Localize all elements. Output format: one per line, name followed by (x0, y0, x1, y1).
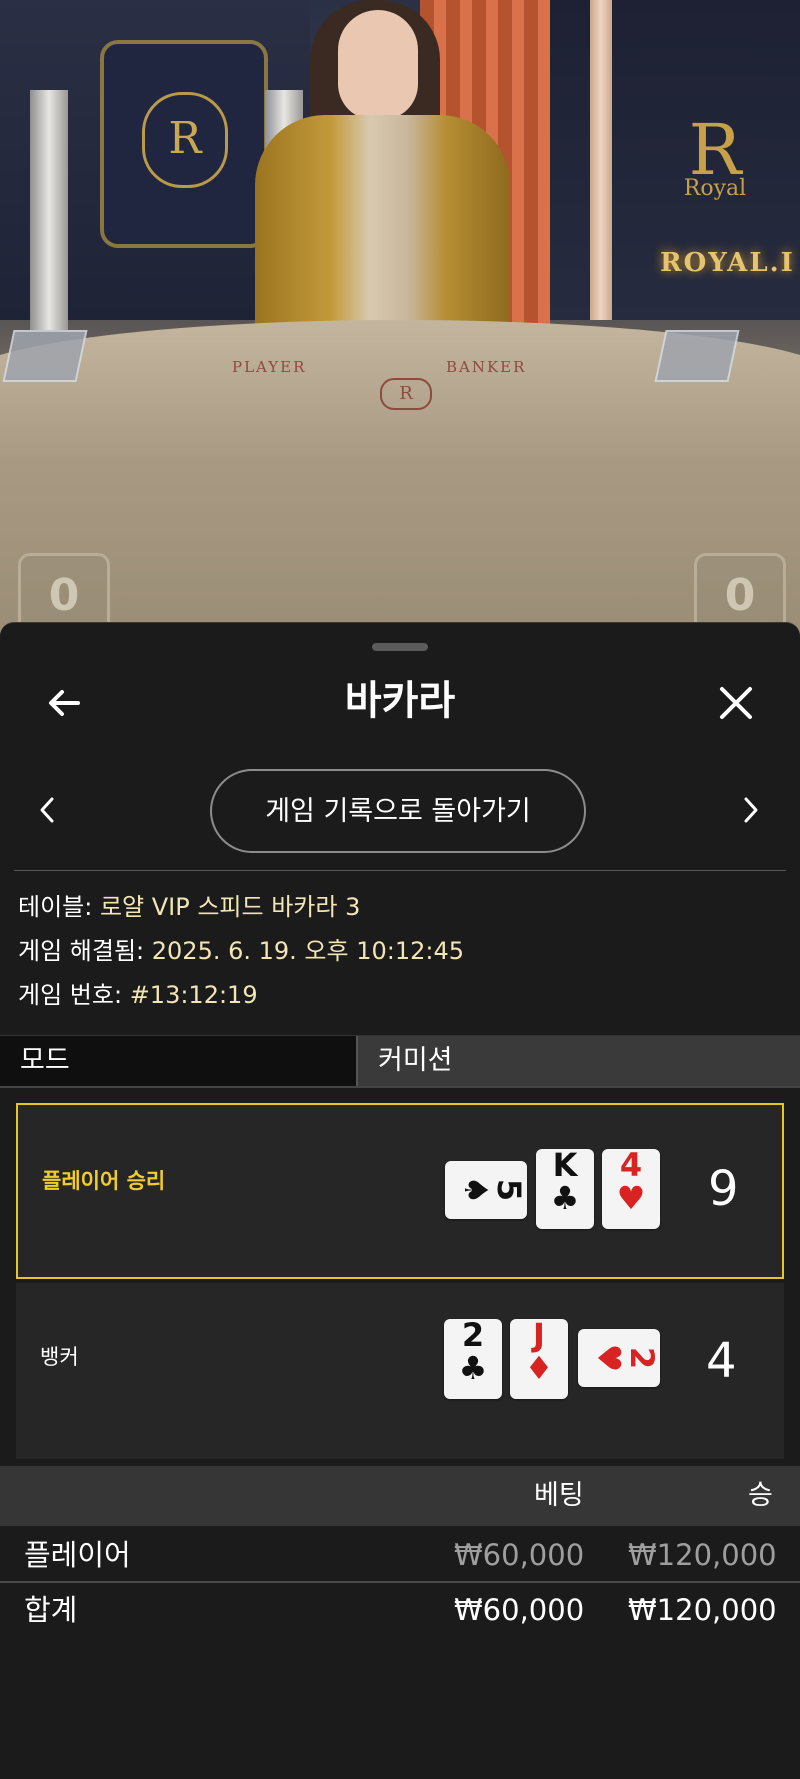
card-shoe (2, 330, 88, 382)
brand-sign: ROYAL.I (660, 248, 795, 278)
game-number-info: 게임 번호: #13:12:19 (18, 979, 258, 1011)
table-key: 테이블: (18, 893, 93, 921)
wall-stripe (590, 0, 612, 320)
total-win: ₩120,000 (628, 1593, 777, 1627)
banker-card-1: 2 ♣ (444, 1319, 502, 1399)
table-value: 로얄 VIP 스피드 바카라 3 (99, 893, 361, 921)
chevron-right-icon (744, 797, 758, 823)
game-number-key: 게임 번호: (18, 981, 123, 1009)
tab-commission[interactable]: 커미션 (358, 1036, 800, 1086)
resolved-key: 게임 해결됨: (18, 937, 145, 965)
win-column-header: 승 (748, 1480, 773, 1511)
resolved-info: 게임 해결됨: 2025. 6. 19. 오후 10:12:45 (18, 935, 464, 967)
discard-tray (654, 330, 740, 382)
banker-result-label: 뱅커 (40, 1345, 79, 1369)
card-suit: ♥ (590, 1343, 628, 1373)
card-rank: 2 (623, 1346, 661, 1370)
chevron-left-icon (40, 797, 54, 823)
pillar (30, 90, 68, 330)
card-rank: 2 (461, 1316, 485, 1354)
prev-game-button[interactable] (22, 785, 72, 835)
back-to-history-button[interactable]: 게임 기록으로 돌아가기 (210, 769, 586, 853)
crest-logo: R (142, 92, 228, 188)
bet-row-win: ₩120,000 (628, 1538, 777, 1572)
back-button[interactable] (34, 673, 94, 733)
total-label: 합계 (24, 1593, 78, 1627)
table-crest: R (380, 378, 432, 410)
table-banker-label: BANKER (446, 358, 527, 376)
bet-row-total: 합계 ₩60,000 ₩120,000 (0, 1583, 800, 1637)
page-title: 바카라 (344, 678, 456, 724)
player-result-label: 플레이어 승리 (42, 1169, 166, 1193)
banker-card-2: J ♦ (510, 1319, 568, 1399)
live-video-feed: R R Royal ROYAL.I PLAYER BANKER R 0 0 (0, 0, 800, 640)
bet-table-header: 베팅 승 (0, 1466, 800, 1526)
mode-tabs: 모드 커미션 (0, 1035, 800, 1088)
bet-column-header: 베팅 (534, 1480, 584, 1511)
table-info: 테이블: 로얄 VIP 스피드 바카라 3 (18, 891, 360, 923)
royal-crest-logo: R Royal (683, 109, 747, 201)
bet-row-player: 플레이어 ₩60,000 ₩120,000 (0, 1528, 800, 1582)
close-button[interactable] (706, 673, 766, 733)
tab-mode[interactable]: 모드 (0, 1036, 358, 1086)
total-bet: ₩60,000 (454, 1593, 585, 1627)
game-number-value: #13:12:19 (129, 981, 258, 1009)
banker-result-row: 뱅커 2 ♣ J ♦ 2 ♥ 4 (16, 1283, 784, 1459)
card-rank: K (552, 1146, 578, 1184)
wall-crest-frame: R (100, 40, 268, 248)
card-suit: ♣ (458, 1349, 488, 1387)
bet-row-bet: ₩60,000 (454, 1538, 585, 1572)
card-rank: J (533, 1316, 545, 1354)
player-card-1: 5 ♠ (445, 1161, 528, 1219)
table-player-label: PLAYER (232, 358, 307, 376)
divider (14, 870, 786, 871)
drag-handle[interactable] (372, 643, 428, 651)
player-score: 9 (708, 1161, 739, 1217)
card-suit: ♥ (616, 1179, 646, 1217)
card-suit: ♣ (550, 1179, 580, 1217)
close-icon (720, 687, 752, 719)
player-result-row: 플레이어 승리 5 ♠ K ♣ 4 ♥ 9 (16, 1103, 784, 1279)
banker-score: 4 (706, 1333, 737, 1389)
next-game-button[interactable] (726, 785, 776, 835)
dealer-face (338, 10, 418, 120)
arrow-left-icon (49, 690, 80, 716)
card-rank: 4 (619, 1146, 643, 1184)
bet-row-name: 플레이어 (24, 1538, 131, 1572)
dealer-body (255, 115, 510, 335)
card-suit: ♦ (524, 1349, 554, 1387)
card-suit: ♠ (457, 1175, 495, 1205)
resolved-value: 2025. 6. 19. 오후 10:12:45 (151, 937, 465, 965)
banker-card-3: 2 ♥ (578, 1329, 661, 1387)
card-rank: 5 (490, 1178, 528, 1202)
player-card-2: K ♣ (536, 1149, 594, 1229)
player-card-3: 4 ♥ (602, 1149, 660, 1229)
